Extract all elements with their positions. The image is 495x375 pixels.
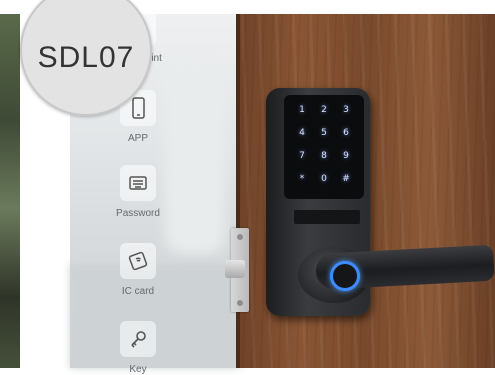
key-2[interactable]: 2	[316, 105, 332, 115]
garden-photo-strip	[0, 14, 20, 368]
key-7[interactable]: 7	[294, 151, 310, 161]
key-9[interactable]: 9	[338, 151, 354, 161]
feature-key: Key	[110, 321, 166, 375]
key-4[interactable]: 4	[294, 128, 310, 138]
key-8[interactable]: 8	[316, 151, 332, 161]
key-3[interactable]: 3	[338, 105, 354, 115]
latch-plate	[225, 228, 249, 312]
feature-ic-card: IC card	[110, 243, 166, 297]
lock-slot	[294, 210, 360, 224]
latch-bolt	[225, 260, 245, 278]
key-6[interactable]: 6	[338, 128, 354, 138]
feature-label-key: Key	[129, 364, 147, 375]
key-hash[interactable]: #	[338, 174, 354, 184]
fingerprint-sensor[interactable]	[330, 261, 360, 291]
card-icon	[120, 243, 156, 279]
key-icon	[120, 321, 156, 357]
model-number: SDL07	[37, 41, 135, 74]
feature-label-password: Password	[116, 208, 160, 219]
feature-password: Password	[110, 165, 166, 219]
touch-keypad[interactable]: 1 2 3 4 5 6 7 8 9 * 0 #	[284, 95, 364, 199]
key-1[interactable]: 1	[294, 105, 310, 115]
key-star[interactable]: *	[294, 174, 310, 184]
door-edge	[236, 14, 240, 368]
product-image: 1 2 3 4 5 6 7 8 9 * 0 # Fingerprint APP	[0, 0, 495, 375]
key-0[interactable]: 0	[316, 174, 332, 184]
feature-label-ic-card: IC card	[121, 286, 155, 297]
key-5[interactable]: 5	[316, 128, 332, 138]
feature-label-app: APP	[127, 133, 148, 144]
keypad-icon	[120, 165, 156, 201]
